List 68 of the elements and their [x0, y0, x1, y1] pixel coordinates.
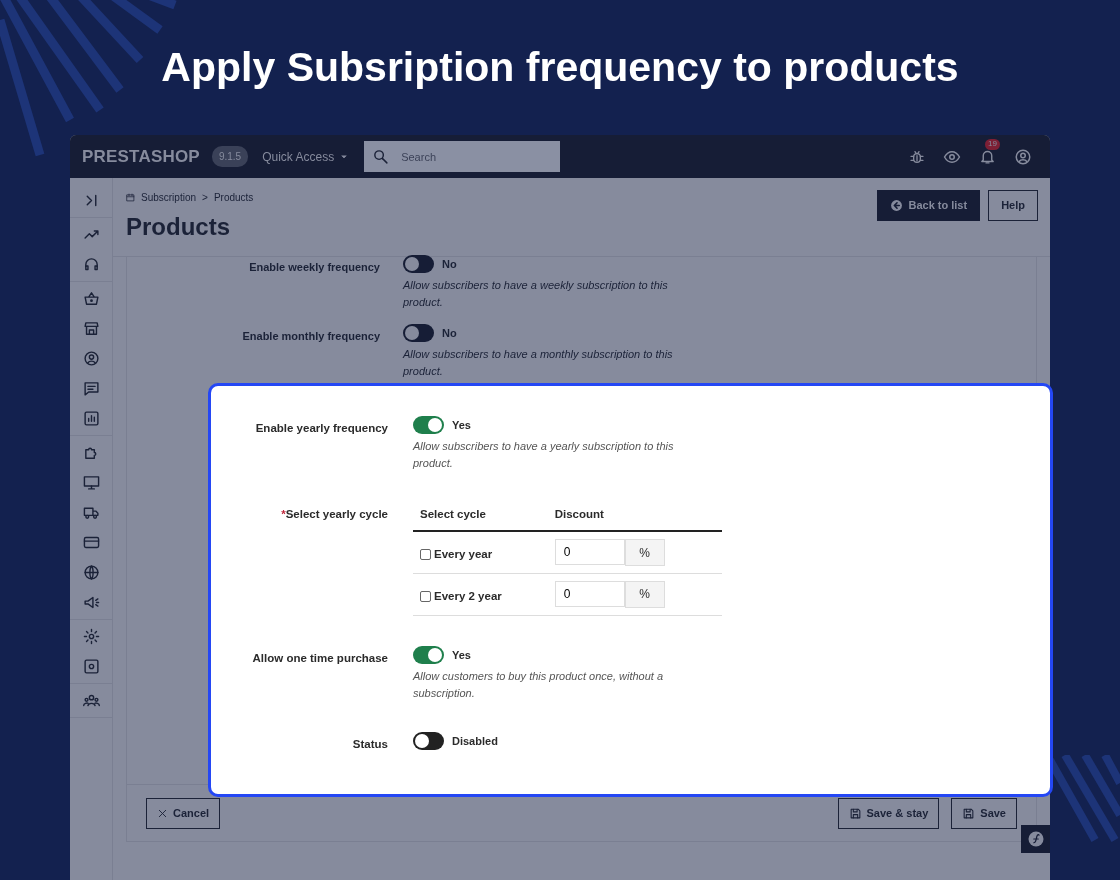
- field-label: Allow one time purchase: [251, 650, 388, 666]
- field-label: Enable weekly frequency: [248, 260, 380, 275]
- cancel-button[interactable]: Cancel: [146, 797, 221, 829]
- toggle-state: Yes: [452, 647, 471, 663]
- symfony-toolbar-button[interactable]: [1021, 825, 1050, 853]
- page-title: Products: [126, 213, 231, 242]
- user-icon[interactable]: [82, 350, 100, 367]
- toggle-switch[interactable]: [413, 416, 444, 434]
- basket-icon[interactable]: [82, 290, 100, 307]
- toggle-state: No: [442, 256, 457, 272]
- unit-addon: %: [624, 539, 665, 566]
- caret-icon: [340, 152, 349, 161]
- bug-icon[interactable]: [909, 148, 925, 165]
- save-button[interactable]: Save: [951, 797, 1017, 829]
- sf-logo-icon: [1026, 830, 1045, 848]
- bell-icon[interactable]: [979, 148, 996, 165]
- quick-access-menu[interactable]: Quick Access: [262, 147, 349, 166]
- help-text: Allow subscribers to have a yearly subscription to this product.: [413, 439, 675, 471]
- megaphone-icon[interactable]: [82, 594, 100, 611]
- close-icon: [157, 807, 168, 819]
- floppy-icon: [848, 806, 862, 820]
- save-button[interactable]: Save & stay: [837, 797, 940, 829]
- globe-icon[interactable]: [82, 564, 100, 581]
- toggle-switch[interactable]: [413, 645, 444, 664]
- toggle-switch[interactable]: [403, 324, 434, 342]
- toggle-state: Disabled: [452, 733, 498, 749]
- logo[interactable]: PRESTASHOP: [82, 143, 200, 170]
- back-button[interactable]: Back to list: [877, 190, 981, 221]
- breadcrumb-item[interactable]: Subscription: [141, 190, 197, 205]
- checkbox-option[interactable]: Every year: [420, 539, 493, 564]
- chart-icon[interactable]: [82, 410, 100, 427]
- search-icon: [372, 148, 390, 165]
- column-header: Select cycle: [413, 502, 548, 532]
- people-icon[interactable]: [82, 692, 100, 709]
- card-icon[interactable]: [82, 534, 100, 551]
- discount-field[interactable]: 0: [554, 539, 625, 565]
- help-text: Allow subscribers to have a monthly subscription to this product.: [403, 347, 674, 379]
- toggle-switch[interactable]: [413, 731, 444, 750]
- search-field[interactable]: Search: [399, 143, 550, 170]
- search-bar[interactable]: Search: [364, 141, 561, 172]
- store-icon[interactable]: [82, 320, 100, 337]
- field-label: *Select yearly cycle: [280, 507, 388, 522]
- field-label: Enable yearly frequency: [254, 421, 388, 436]
- help-button[interactable]: Help: [988, 190, 1038, 221]
- headline: Apply Subsription frequency to products: [161, 42, 959, 92]
- notification-badge: 19: [985, 139, 1000, 150]
- help-text: Allow customers to buy this product once, without a subscription.: [413, 668, 665, 701]
- toggle-state: No: [442, 325, 457, 341]
- chat-icon[interactable]: [82, 380, 100, 397]
- version-badge: 9.1.5: [211, 146, 249, 167]
- breadcrumb-item: Products: [213, 191, 254, 205]
- user-icon[interactable]: [1014, 147, 1032, 166]
- help-text: Allow subscribers to have a weekly subscription to this product.: [403, 278, 669, 310]
- field-label: Status: [351, 736, 388, 752]
- toggle-state: Yes: [452, 417, 471, 433]
- monitor-icon[interactable]: [82, 474, 100, 491]
- headset-icon[interactable]: [82, 256, 100, 273]
- unit-addon: %: [624, 580, 665, 608]
- checkbox-option[interactable]: Every 2 year: [420, 581, 502, 605]
- field-label: Enable monthly frequency: [241, 329, 380, 344]
- settings-icon[interactable]: [82, 628, 100, 645]
- floppy-icon: [962, 806, 976, 820]
- column-header: Discount: [547, 502, 722, 532]
- gear-box-icon[interactable]: [82, 658, 100, 675]
- breadcrumb-separator: >: [202, 191, 208, 205]
- toggle-switch[interactable]: [403, 255, 434, 273]
- calendar-icon: [126, 193, 135, 202]
- discount-field[interactable]: 0: [554, 580, 625, 607]
